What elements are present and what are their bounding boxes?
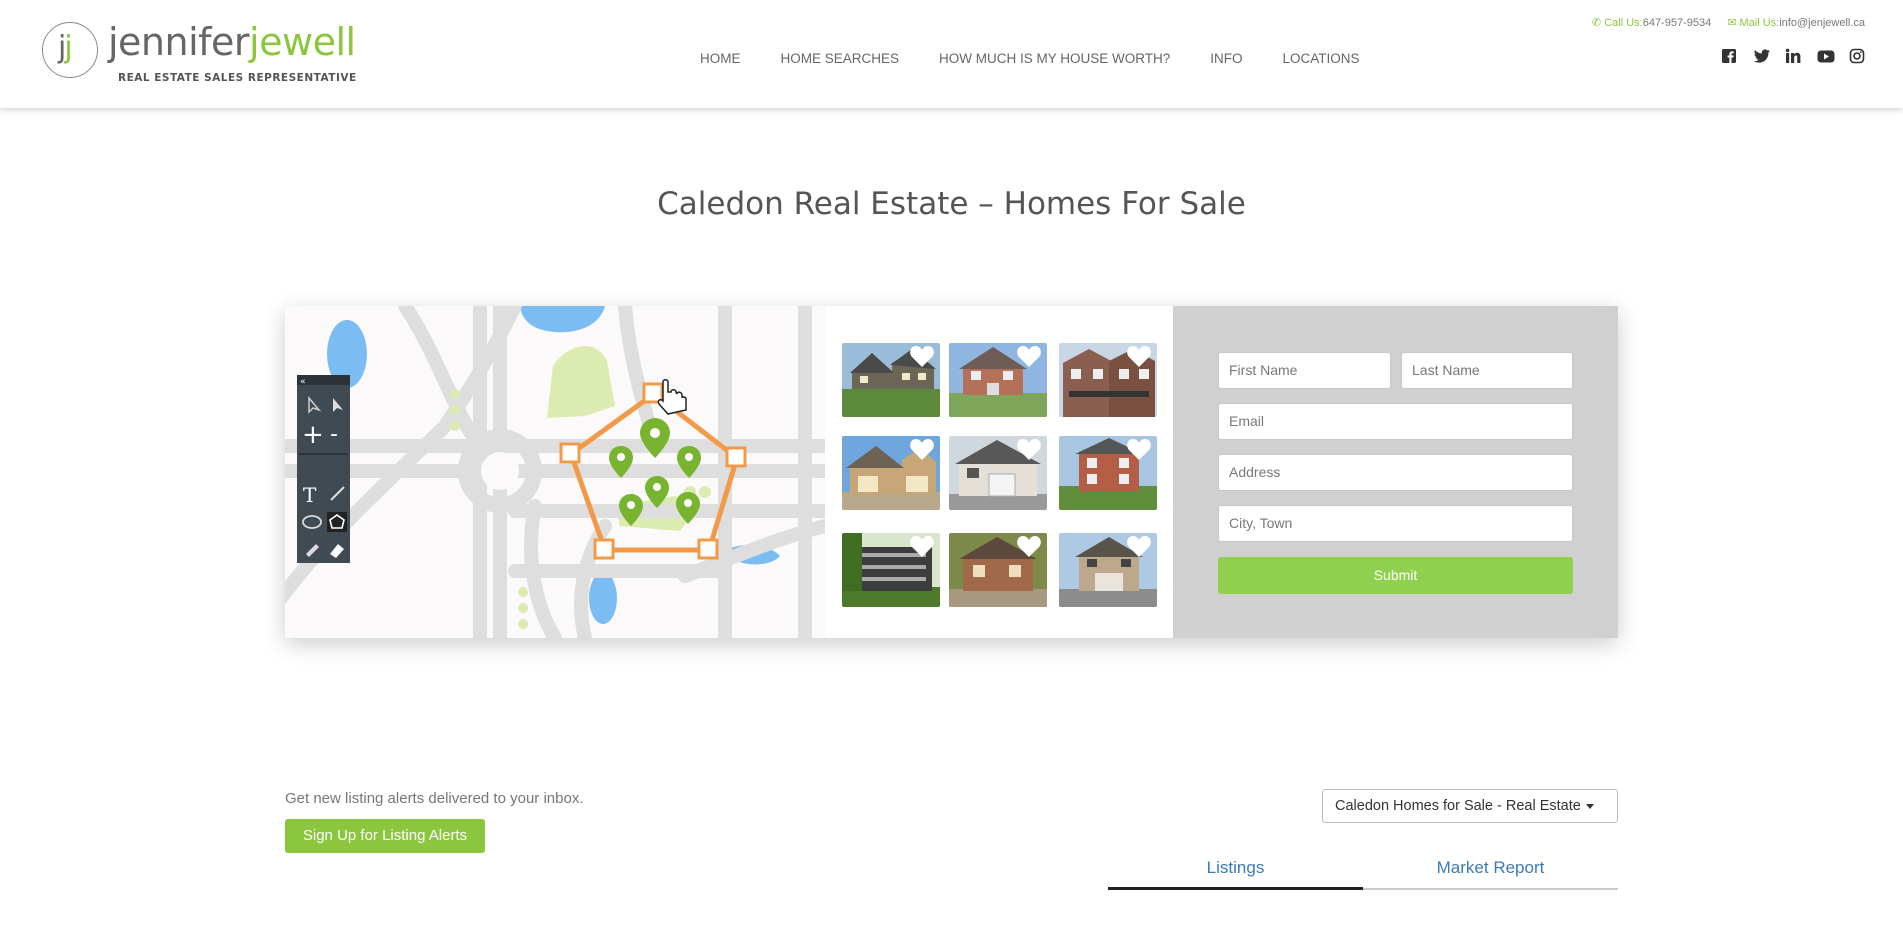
favorite-heart-icon[interactable]	[909, 536, 935, 563]
youtube-icon[interactable]	[1817, 48, 1835, 64]
phone-icon: ✆	[1591, 17, 1605, 29]
favorite-heart-icon[interactable]	[1016, 346, 1042, 373]
instagram-icon[interactable]	[1849, 48, 1867, 64]
favorite-heart-icon[interactable]	[1126, 439, 1152, 466]
site-header: jj jenniferjewell REAL ESTATE SALES REPR…	[0, 0, 1903, 108]
main-nav: HOME HOME SEARCHES HOW MUCH IS MY HOUSE …	[700, 51, 1400, 66]
twitter-icon[interactable]	[1753, 48, 1771, 64]
tab-market-report[interactable]: Market Report	[1363, 855, 1618, 888]
favorite-heart-icon[interactable]	[909, 439, 935, 466]
nav-house-worth[interactable]: HOW MUCH IS MY HOUSE WORTH?	[939, 51, 1170, 66]
svg-text:«: «	[300, 377, 306, 387]
nav-info[interactable]: INFO	[1210, 51, 1242, 66]
site-logo[interactable]: jj jenniferjewell REAL ESTATE SALES REPR…	[42, 20, 362, 88]
favorite-heart-icon[interactable]	[1126, 346, 1152, 373]
listing-photo[interactable]	[949, 343, 1047, 417]
logo-monogram: jj	[42, 22, 98, 78]
contact-bar: ✆ Call Us:647-957-9534 ✉ Mail Us:info@je…	[1592, 16, 1865, 29]
listing-photo[interactable]	[842, 533, 940, 607]
caret-down-icon	[1585, 803, 1594, 809]
call-contact[interactable]: ✆ Call Us:647-957-9534	[1592, 16, 1711, 29]
linkedin-icon[interactable]	[1785, 48, 1803, 64]
listing-photo[interactable]	[1059, 533, 1157, 607]
listing-photo[interactable]	[949, 436, 1047, 510]
listing-photo[interactable]	[842, 436, 940, 510]
nav-home-searches[interactable]: HOME SEARCHES	[781, 51, 900, 66]
first-name-field[interactable]: First Name	[1218, 352, 1391, 389]
listing-photo[interactable]	[949, 533, 1047, 607]
listing-alerts-text: Get new listing alerts delivered to your…	[285, 790, 584, 807]
lead-form: First Name Last Name Email Address City,…	[1173, 306, 1618, 638]
nav-locations[interactable]: LOCATIONS	[1283, 51, 1360, 66]
mail-icon: ✉	[1727, 17, 1740, 29]
favorite-heart-icon[interactable]	[909, 346, 935, 373]
listing-photo[interactable]	[1059, 436, 1157, 510]
svg-text:+: +	[302, 420, 324, 450]
svg-text:T: T	[303, 483, 317, 507]
area-dropdown[interactable]: Caledon Homes for Sale - Real Estate	[1322, 789, 1618, 823]
listing-photo[interactable]	[842, 343, 940, 417]
mail-contact[interactable]: ✉ Mail Us:info@jenjewell.ca	[1727, 16, 1865, 29]
promo-banner: « + - T First Name Last Name Email Addre…	[285, 306, 1618, 638]
logo-wordmark: jenniferjewell	[108, 20, 356, 64]
city-field[interactable]: City, Town	[1218, 505, 1573, 542]
favorite-heart-icon[interactable]	[1016, 536, 1042, 563]
page-title: Caledon Real Estate – Homes For Sale	[657, 186, 1246, 222]
logo-tagline: REAL ESTATE SALES REPRESENTATIVE	[118, 72, 357, 84]
nav-home[interactable]: HOME	[700, 51, 741, 66]
listing-photo[interactable]	[1059, 343, 1157, 417]
email-field[interactable]: Email	[1218, 403, 1573, 440]
tab-listings[interactable]: Listings	[1108, 855, 1363, 890]
sign-up-alerts-button[interactable]: Sign Up for Listing Alerts	[285, 819, 485, 853]
favorite-heart-icon[interactable]	[1126, 536, 1152, 563]
listing-photo-grid	[825, 306, 1173, 638]
last-name-field[interactable]: Last Name	[1401, 352, 1573, 389]
map-illustration: « + - T	[285, 306, 825, 638]
facebook-icon[interactable]	[1721, 48, 1739, 64]
dropdown-selected: Caledon Homes for Sale - Real Estate	[1335, 798, 1581, 814]
favorite-heart-icon[interactable]	[1016, 439, 1042, 466]
address-field[interactable]: Address	[1218, 454, 1573, 491]
listing-tabs: Listings Market Report	[1108, 855, 1618, 890]
submit-button[interactable]: Submit	[1218, 557, 1573, 594]
svg-text:-: -	[330, 422, 338, 447]
social-links	[1721, 48, 1867, 64]
